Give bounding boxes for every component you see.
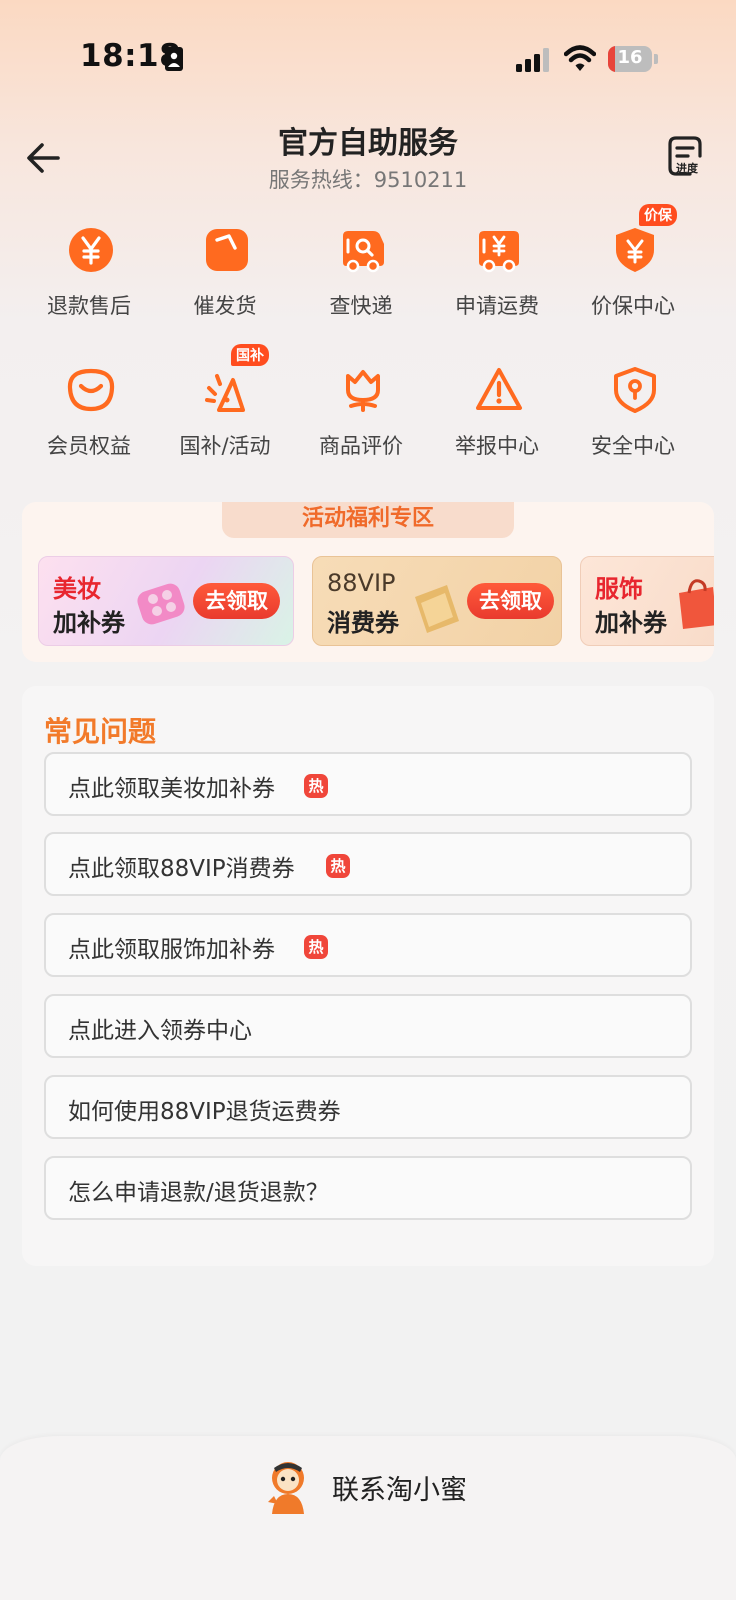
promo-title: 活动福利专区 (301, 506, 434, 531)
shopping-bag-icon (679, 579, 714, 629)
page-title: 官方自助服务 (278, 126, 458, 161)
service-label: 申请运费 (455, 294, 539, 318)
battery-cap (654, 54, 658, 64)
faq-item-apply-refund[interactable]: 怎么申请退款/退货退款？ (44, 1156, 692, 1220)
cellular-signal-icon (516, 48, 549, 72)
service-refund-aftersale[interactable]: 退款售后 (21, 226, 157, 346)
service-label: 举报中心 (455, 434, 539, 458)
faq-item-88vip-coupon[interactable]: 点此领取88VIP消费券 热 (44, 832, 692, 896)
battery-indicator: 16 (608, 46, 658, 72)
coupon-ticket-icon (415, 585, 459, 633)
service-label: 退款售后 (47, 294, 131, 318)
faq-panel: 常见问题 点此领取美妆加补券 热 点此领取88VIP消费券 热 点此领取服饰加补… (22, 686, 714, 1266)
service-product-review[interactable]: 商品评价 (293, 366, 429, 486)
security-shield-icon (614, 367, 656, 413)
service-track-express[interactable]: 查快递 (293, 226, 429, 346)
delivery-truck-search-icon (343, 231, 384, 273)
service-label: 催发货 (193, 294, 257, 318)
battery-body: 16 (608, 46, 652, 72)
battery-level-text: 16 (617, 47, 643, 68)
faq-item-text: 怎么申请退款/退货退款？ (68, 1180, 329, 1206)
contact-label: 联系淘小蜜 (332, 1475, 467, 1506)
price-shield-icon (616, 228, 654, 272)
faq-item-text: 如何使用88VIP退货运费券 (68, 1099, 341, 1125)
mascot-avatar-icon (268, 1462, 304, 1514)
bottom-bar: 联系淘小蜜 (0, 1436, 736, 1600)
faq-item-apparel-coupon[interactable]: 点此领取服饰加补券 热 (44, 913, 692, 977)
service-security-center[interactable]: 安全中心 (565, 366, 701, 486)
hot-badge: 热 (304, 774, 328, 798)
faq-item-text: 点此领取美妆加补券 (68, 776, 275, 802)
claim-beauty-coupon-button[interactable]: 去领取 (193, 583, 280, 619)
faq-item-beauty-coupon[interactable]: 点此领取美妆加补券 热 (44, 752, 692, 816)
progress-label: 进度 (676, 162, 698, 175)
service-label: 价保中心 (591, 294, 675, 318)
service-member-benefits[interactable]: 会员权益 (21, 366, 157, 486)
coupon-88vip[interactable]: 88VIP 消费券 去领取 (312, 556, 562, 646)
coupon-top-text: 服饰 (595, 575, 643, 603)
contact-assistant-button[interactable]: 联系淘小蜜 (262, 1458, 482, 1514)
hot-badge: 热 (304, 935, 328, 959)
service-apply-freight[interactable]: 申请运费 (429, 226, 565, 346)
service-label: 查快递 (329, 294, 393, 318)
member-smile-icon (67, 368, 115, 412)
warning-triangle-icon (476, 368, 522, 410)
coupon-bottom-text: 加补券 (53, 609, 125, 637)
service-label: 安全中心 (591, 434, 675, 458)
price-protection-badge: 价保 (639, 204, 677, 226)
service-label: 商品评价 (319, 434, 403, 458)
party-popper-icon (205, 374, 245, 412)
wifi-icon (564, 45, 596, 71)
faq-item-88vip-return-freight[interactable]: 如何使用88VIP退货运费券 (44, 1075, 692, 1139)
subsidy-badge: 国补 (231, 344, 269, 366)
coupon-top-text: 88VIP (327, 569, 396, 597)
service-report-center[interactable]: 举报中心 (429, 366, 565, 486)
faq-item-text: 点此领取服饰加补券 (68, 937, 275, 963)
service-label: 会员权益 (47, 434, 131, 458)
sim-card-icon (165, 47, 183, 71)
coupon-bottom-text: 消费券 (327, 609, 399, 637)
coupon-beauty[interactable]: 美妆 加补券 去领取 (38, 556, 294, 646)
service-price-protection[interactable]: 价保 价保中心 (565, 204, 701, 346)
coupon-top-text: 美妆 (53, 575, 101, 603)
status-bar: 18:18 16 (0, 0, 736, 120)
service-urge-shipping[interactable]: 催发货 (157, 226, 293, 346)
tulip-icon (346, 370, 380, 412)
service-label: 国补/活动 (179, 434, 271, 458)
service-subsidy-activity[interactable]: 国补 国补/活动 (157, 344, 293, 486)
promo-tab: 活动福利专区 (222, 502, 514, 538)
package-icon (206, 229, 248, 271)
claim-88vip-coupon-button[interactable]: 去领取 (467, 583, 554, 619)
faq-item-text: 点此进入领券中心 (68, 1018, 252, 1044)
freight-truck-yen-icon (479, 231, 519, 273)
faq-item-coupon-center[interactable]: 点此进入领券中心 (44, 994, 692, 1058)
coupon-apparel[interactable]: 服饰 加补券 (580, 556, 714, 646)
yen-circle-icon (69, 228, 113, 272)
service-hotline: 服务热线：9510211 (268, 168, 468, 192)
coupon-bottom-text: 加补券 (595, 609, 667, 637)
promo-panel: 活动福利专区 美妆 加补券 去领取 88VIP 消费券 去领取 服饰 加补券 (22, 502, 714, 662)
hot-badge: 热 (326, 854, 350, 878)
cosmetic-palette-icon (137, 583, 185, 625)
faq-item-text: 点此领取88VIP消费券 (68, 856, 295, 882)
faq-title: 常见问题 (44, 715, 157, 748)
